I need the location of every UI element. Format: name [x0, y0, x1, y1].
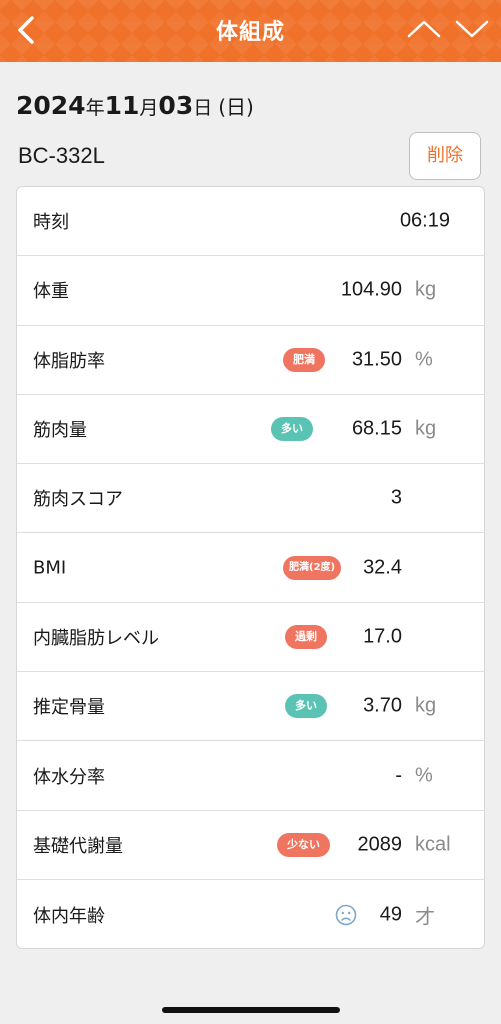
row-label: 基礎代謝量	[33, 835, 123, 857]
row-unit: %	[415, 764, 433, 787]
row-unit: %	[415, 348, 433, 371]
status-badge: 少ない	[277, 832, 330, 857]
status-badge: 肥満(2度)	[283, 555, 342, 580]
back-button[interactable]	[10, 10, 46, 50]
row-value: 49	[379, 903, 402, 926]
table-row: 体水分率 - %	[17, 741, 484, 811]
top-bar: 体組成	[0, 0, 501, 62]
row-label: 推定骨量	[33, 697, 105, 719]
status-badge: 多い	[285, 694, 327, 719]
row-unit: 才	[415, 906, 435, 929]
table-row: 時刻 06:19	[17, 187, 484, 257]
device-model: BC-332L	[18, 143, 105, 168]
row-label: 時刻	[33, 212, 69, 234]
table-row: BMI 肥満(2度) 32.4	[17, 533, 484, 603]
measurement-date: 2024年11月03日 (日)	[16, 91, 254, 120]
status-badge: 肥満	[283, 347, 325, 372]
table-row: 内臓脂肪レベル 過剰 17.0	[17, 603, 484, 673]
row-unit: kg	[415, 278, 437, 301]
row-unit: kg	[415, 694, 437, 717]
row-label: 体内年齢	[33, 905, 105, 927]
table-row: 体脂肪率 肥満 31.50 %	[17, 326, 484, 395]
date-month-suffix: 月	[139, 97, 159, 119]
table-row: 推定骨量 多い 3.70 kg	[17, 672, 484, 742]
row-value: 68.15	[351, 417, 402, 440]
row-value: 31.50	[351, 348, 402, 371]
status-badge: 多い	[271, 417, 313, 442]
chevron-left-icon	[18, 16, 34, 44]
date-weekday: (日)	[218, 95, 254, 119]
row-value: 2089	[357, 833, 403, 856]
row-label: BMI	[33, 557, 67, 579]
date-year-suffix: 年	[85, 97, 105, 119]
page-title: 体組成	[215, 20, 285, 45]
table-row: 体重 104.90 kg	[17, 256, 484, 326]
table-row: 基礎代謝量 少ない 2089 kcal	[17, 811, 484, 880]
date-month: 11	[104, 91, 140, 120]
sad-face-icon	[335, 904, 357, 925]
row-label: 筋肉スコア	[33, 489, 123, 511]
row-label: 体脂肪率	[33, 350, 105, 372]
next-record-button[interactable]	[452, 14, 492, 44]
row-value: 104.90	[340, 278, 402, 301]
row-value: 32.4	[363, 556, 402, 579]
measurement-card: 時刻 06:19 体重 104.90 kg 体脂肪率 肥満 31.50 % 筋肉…	[16, 186, 485, 949]
row-label: 内臓脂肪レベル	[33, 627, 159, 649]
table-row: 筋肉量 多い 68.15 kg	[17, 395, 484, 465]
row-value: -	[395, 764, 402, 787]
table-row: 筋肉スコア 3	[17, 464, 484, 534]
row-value: 3.70	[363, 694, 402, 717]
delete-button[interactable]: 削除	[409, 132, 481, 180]
home-indicator	[162, 1007, 340, 1013]
date-day: 03	[158, 91, 194, 120]
row-unit: kcal	[415, 833, 451, 856]
row-label: 体重	[33, 281, 69, 303]
previous-record-button[interactable]	[404, 14, 444, 44]
row-value: 06:19	[399, 209, 450, 232]
chevron-up-icon	[407, 20, 441, 38]
row-unit: kg	[415, 417, 437, 440]
row-label: 体水分率	[33, 766, 105, 788]
table-row: 体内年齢 49 才	[17, 880, 484, 948]
row-value: 3	[390, 486, 402, 509]
date-year: 2024	[16, 91, 86, 120]
status-badge: 過剰	[285, 624, 327, 649]
chevron-down-icon	[455, 20, 489, 38]
row-label: 筋肉量	[33, 420, 87, 442]
row-value: 17.0	[363, 625, 402, 648]
date-day-suffix: 日	[193, 97, 213, 119]
